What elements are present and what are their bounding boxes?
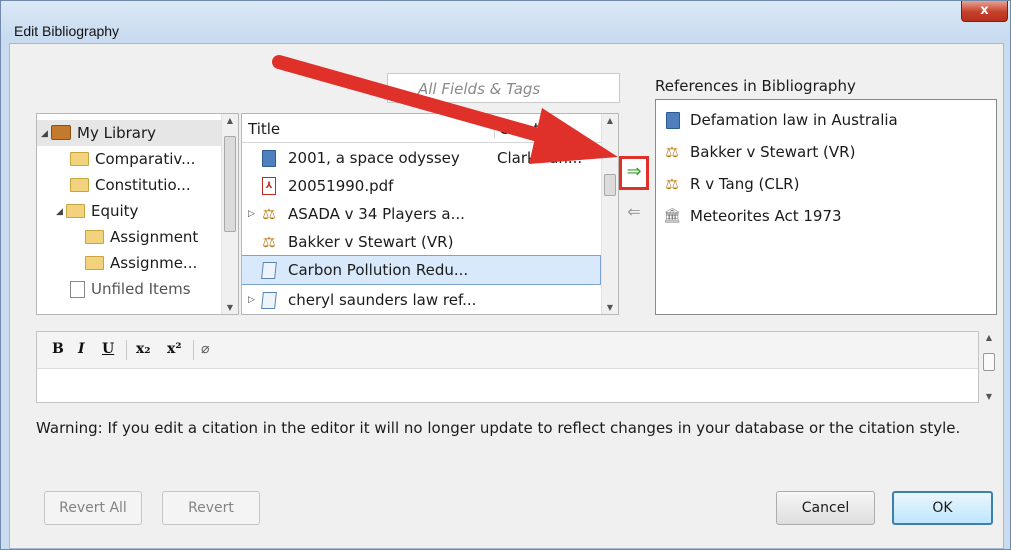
folder-icon bbox=[70, 151, 89, 166]
reference-label: Defamation law in Australia bbox=[690, 111, 898, 129]
item-row[interactable]: ⚖ Bakker v Stewart (VR) bbox=[242, 228, 600, 256]
collection-tree[interactable]: ◢ My Library Comparativ... Constitutio...… bbox=[36, 113, 239, 315]
column-creator[interactable]: Creator bbox=[494, 120, 555, 138]
superscript-button[interactable]: x² bbox=[167, 341, 181, 357]
book-icon bbox=[262, 150, 276, 167]
folder-icon bbox=[70, 177, 89, 192]
tree-item-my-library[interactable]: ◢ My Library bbox=[37, 120, 223, 146]
warning-text: Warning: If you edit a citation in the e… bbox=[36, 419, 961, 437]
scroll-thumb[interactable] bbox=[983, 353, 995, 371]
item-title: cheryl saunders law ref... bbox=[288, 291, 477, 309]
statute-icon: 🏛 bbox=[663, 208, 681, 224]
folder-icon bbox=[85, 255, 104, 270]
revert-button[interactable]: Revert bbox=[162, 491, 260, 525]
expand-icon[interactable]: ▷ bbox=[248, 200, 255, 228]
tree-item-label: Comparativ... bbox=[95, 150, 196, 168]
column-header: Title Creator bbox=[242, 114, 618, 143]
item-title: Carbon Pollution Redu... bbox=[288, 261, 469, 279]
references-list[interactable]: Defamation law in Australia ⚖ Bakker v S… bbox=[655, 99, 997, 315]
item-title: Bakker v Stewart (VR) bbox=[288, 233, 454, 251]
folder-icon bbox=[66, 203, 85, 218]
revert-all-button[interactable]: Revert All bbox=[44, 491, 142, 525]
editor-toolbar: B I U x₂ x² ⌀ bbox=[37, 332, 978, 369]
collapse-icon[interactable]: ◢ bbox=[56, 199, 66, 225]
library-icon bbox=[51, 125, 71, 140]
case-icon: ⚖ bbox=[262, 233, 276, 251]
scroll-down-icon[interactable]: ▼ bbox=[980, 392, 998, 401]
scroll-up-icon[interactable]: ▲ bbox=[602, 116, 618, 125]
item-creator: Clarke an... bbox=[497, 149, 583, 167]
ok-button[interactable]: OK bbox=[892, 491, 993, 525]
tree-item-equity[interactable]: ◢ Equity bbox=[56, 198, 138, 224]
tree-item-label: Assignment bbox=[110, 228, 199, 246]
case-icon: ⚖ bbox=[665, 143, 679, 161]
reference-label: R v Tang (CLR) bbox=[690, 175, 800, 193]
reference-item[interactable]: Defamation law in Australia bbox=[656, 105, 996, 135]
items-scrollbar[interactable]: ▲ ▼ bbox=[601, 114, 618, 314]
column-title[interactable]: Title bbox=[248, 120, 280, 138]
citation-editor[interactable]: B I U x₂ x² ⌀ bbox=[36, 331, 979, 403]
tree-item-unfiled[interactable]: Unfiled Items bbox=[70, 276, 191, 302]
tree-item-assignment[interactable]: Assignment bbox=[85, 224, 198, 250]
reference-label: Meteorites Act 1973 bbox=[690, 207, 842, 225]
tree-item-label: Unfiled Items bbox=[91, 280, 191, 298]
references-label: References in Bibliography bbox=[655, 77, 856, 95]
clear-formatting-icon[interactable]: ⌀ bbox=[201, 341, 209, 357]
book-icon bbox=[666, 112, 680, 129]
case-icon: ⚖ bbox=[665, 175, 679, 193]
folder-icon bbox=[85, 229, 104, 244]
reference-item[interactable]: 🏛 Meteorites Act 1973 bbox=[656, 201, 996, 231]
reference-label: Bakker v Stewart (VR) bbox=[690, 143, 856, 161]
item-row[interactable]: 2001, a space odyssey Clarke an... bbox=[242, 144, 600, 172]
close-button[interactable]: x bbox=[961, 1, 1008, 22]
case-icon: ⚖ bbox=[262, 205, 276, 223]
item-title: 20051990.pdf bbox=[288, 177, 394, 195]
item-title: ASADA v 34 Players a... bbox=[288, 205, 465, 223]
bill-icon bbox=[261, 262, 277, 279]
toolbar-separator bbox=[126, 340, 127, 360]
tree-item-assignment-2[interactable]: Assignme... bbox=[85, 250, 197, 276]
item-row[interactable]: ▷ cheryl saunders law ref... bbox=[242, 286, 600, 314]
scroll-down-icon[interactable]: ▼ bbox=[602, 303, 618, 312]
window-title: Edit Bibliography bbox=[14, 23, 120, 39]
subscript-button[interactable]: x₂ bbox=[136, 341, 150, 357]
item-title: 2001, a space odyssey bbox=[288, 149, 460, 167]
tree-scrollbar[interactable]: ▲ ▼ bbox=[221, 114, 238, 314]
scroll-thumb[interactable] bbox=[604, 174, 616, 196]
tree-item-label: Constitutio... bbox=[95, 176, 191, 194]
add-to-bibliography-button[interactable]: ⇒ bbox=[619, 156, 649, 190]
search-input[interactable]: All Fields & Tags bbox=[387, 73, 620, 103]
underline-button[interactable]: U bbox=[102, 341, 114, 357]
reference-item[interactable]: ⚖ R v Tang (CLR) bbox=[656, 169, 996, 199]
editor-scrollbar[interactable]: ▲ ▼ bbox=[980, 331, 998, 403]
italic-button[interactable]: I bbox=[78, 341, 85, 357]
expand-icon[interactable]: ▷ bbox=[248, 286, 255, 314]
document-icon bbox=[261, 292, 277, 309]
tree-item-constitutional[interactable]: Constitutio... bbox=[70, 172, 191, 198]
item-row[interactable]: ⅄ 20051990.pdf bbox=[242, 172, 600, 200]
tree-item-label: My Library bbox=[77, 124, 157, 142]
unfiled-items-icon bbox=[70, 281, 85, 298]
item-row-selected[interactable]: Carbon Pollution Redu... bbox=[242, 255, 601, 285]
scroll-thumb[interactable] bbox=[224, 136, 236, 232]
cancel-button[interactable]: Cancel bbox=[776, 491, 875, 525]
reference-item[interactable]: ⚖ Bakker v Stewart (VR) bbox=[656, 137, 996, 167]
collapse-icon[interactable]: ◢ bbox=[41, 121, 51, 147]
scroll-up-icon[interactable]: ▲ bbox=[980, 333, 998, 342]
bold-button[interactable]: B bbox=[52, 341, 64, 357]
tree-item-comparative[interactable]: Comparativ... bbox=[70, 146, 195, 172]
search-placeholder: All Fields & Tags bbox=[418, 80, 541, 98]
tree-item-label: Equity bbox=[91, 202, 139, 220]
pdf-icon: ⅄ bbox=[262, 177, 276, 195]
toolbar-separator bbox=[193, 340, 194, 360]
title-bar: Edit Bibliography x bbox=[1, 1, 1010, 41]
tree-item-label: Assignme... bbox=[110, 254, 198, 272]
item-row[interactable]: ▷ ⚖ ASADA v 34 Players a... bbox=[242, 200, 600, 228]
items-list[interactable]: Title Creator 2001, a space odyssey Clar… bbox=[241, 113, 619, 315]
remove-from-bibliography-button[interactable]: ⇐ bbox=[622, 201, 646, 223]
scroll-up-icon[interactable]: ▲ bbox=[222, 116, 238, 125]
scroll-down-icon[interactable]: ▼ bbox=[222, 303, 238, 312]
